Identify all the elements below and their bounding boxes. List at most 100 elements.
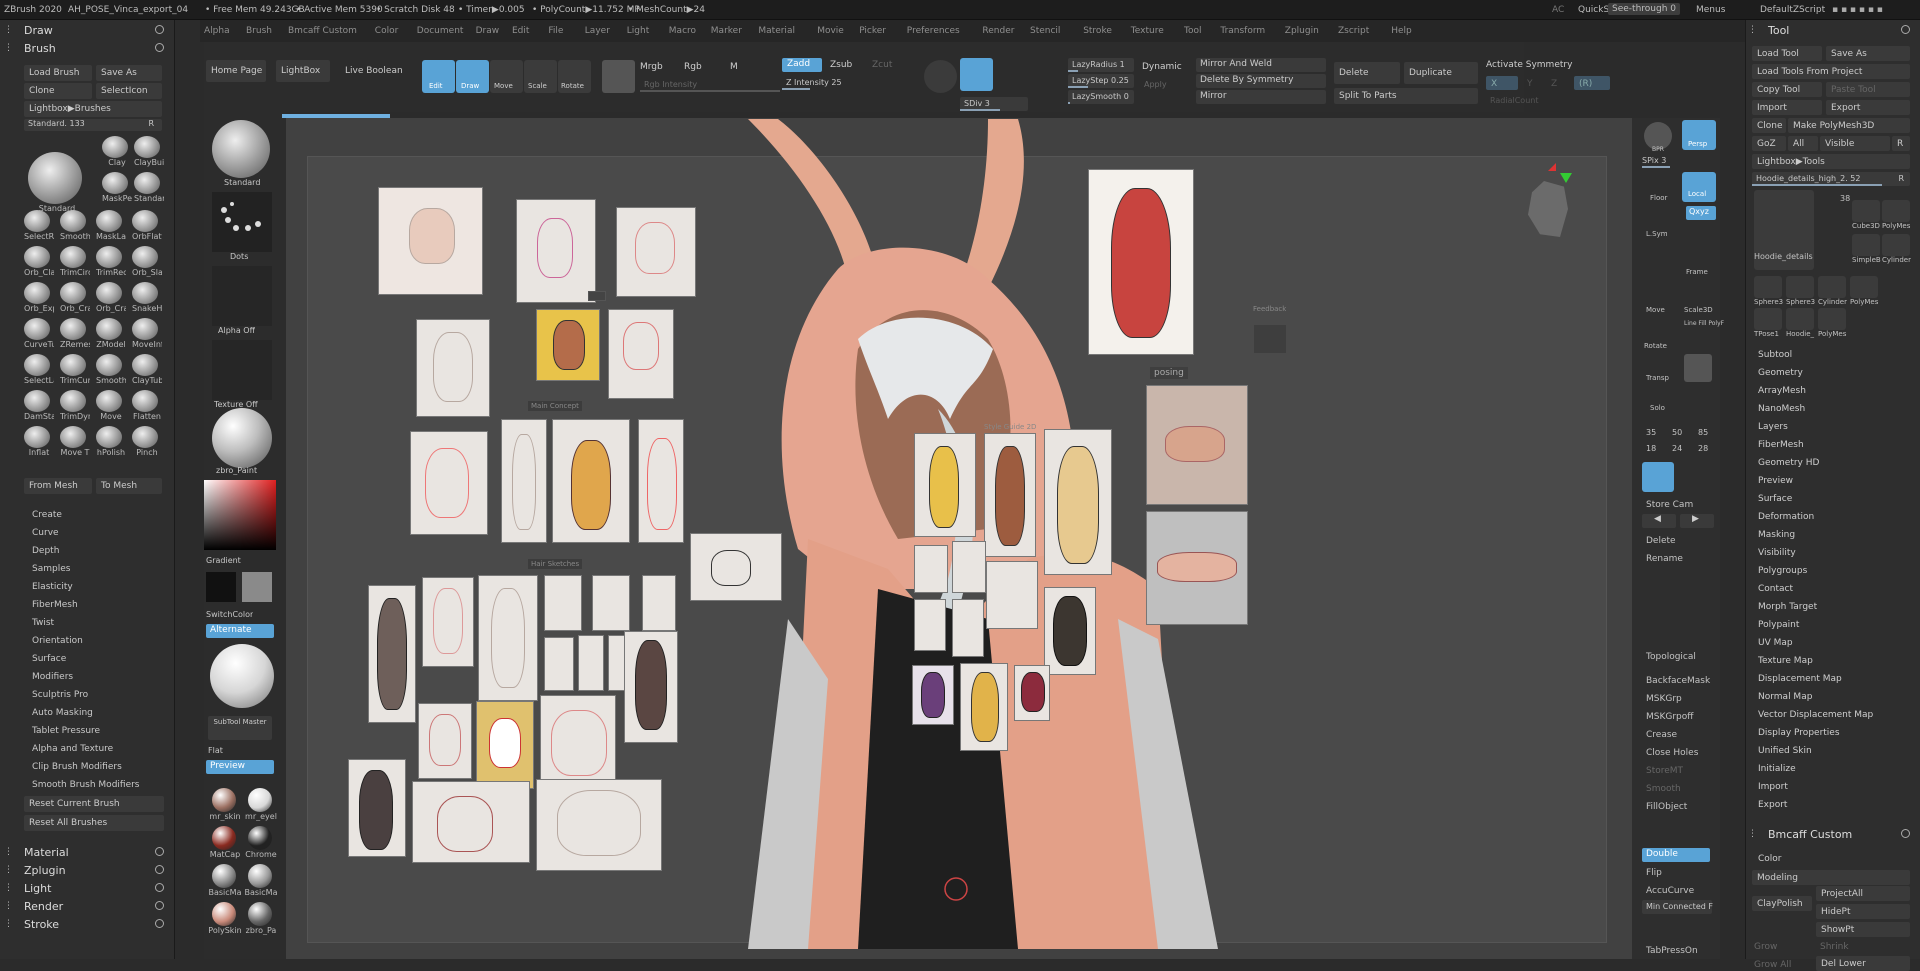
color-picker[interactable] <box>204 480 276 550</box>
tool-clone-button[interactable]: Clone <box>1752 118 1786 133</box>
default-zscript[interactable]: DefaultZScript <box>1760 5 1825 15</box>
tool-submenu-contact[interactable]: Contact <box>1758 584 1793 594</box>
brush-item[interactable]: Smooth <box>96 354 126 385</box>
smooth-button[interactable]: Smooth <box>1646 784 1681 794</box>
pin-icon[interactable] <box>155 865 164 874</box>
fillobject-button[interactable]: FillObject <box>1646 802 1687 812</box>
tool-submenu-morph-target[interactable]: Morph Target <box>1758 602 1817 612</box>
material-item[interactable]: mr_eyel <box>244 788 278 824</box>
draw-section-header[interactable]: ⋮ Draw <box>2 22 172 39</box>
tool-submenu-nanomesh[interactable]: NanoMesh <box>1758 404 1805 414</box>
menu-stroke[interactable]: Stroke <box>1083 26 1112 36</box>
brush-item[interactable]: MaskLas <box>96 210 126 241</box>
tool-section-header[interactable]: ⋮ Tool <box>1746 22 1918 39</box>
load-brush-button[interactable]: Load Brush <box>24 65 92 81</box>
lazy-radius-slider[interactable]: LazyRadius 1 <box>1068 58 1134 72</box>
spix-slider[interactable]: SPix 3 <box>1642 156 1678 168</box>
flip-button[interactable]: Flip <box>1646 868 1662 878</box>
radial-count-slider[interactable]: RadialCount <box>1486 94 1610 108</box>
material-item[interactable]: PolySkin <box>208 902 242 938</box>
menu-brush[interactable]: Brush <box>246 26 272 36</box>
brush-submenu-surface[interactable]: Surface <box>32 654 66 664</box>
backfacemask-button[interactable]: BackfaceMask <box>1646 676 1710 686</box>
brush-item[interactable]: ClayBuil <box>134 136 164 167</box>
activate-symmetry-button[interactable]: Activate Symmetry <box>1486 60 1572 70</box>
frame-button[interactable]: Frame <box>1684 248 1712 276</box>
brush-item[interactable]: Flatten <box>132 390 161 421</box>
brush-item[interactable]: Inflat <box>24 426 51 457</box>
mirror-and-weld-button[interactable]: Mirror And Weld <box>1196 58 1326 72</box>
menu-alpha[interactable]: Alpha <box>204 26 230 36</box>
tool-submenu-texture-map[interactable]: Texture Map <box>1758 656 1813 666</box>
hidept-button[interactable]: HidePt <box>1816 904 1910 919</box>
brush-submenu-samples[interactable]: Samples <box>32 564 70 574</box>
brush-submenu-tablet-pressure[interactable]: Tablet Pressure <box>32 726 100 736</box>
copy-tool-button[interactable]: Copy Tool <box>1752 82 1822 97</box>
brush-item[interactable]: Clay <box>102 136 129 167</box>
focal-28[interactable]: 28 <box>1698 444 1708 453</box>
brush-item[interactable]: MaskPe <box>102 172 132 203</box>
min-connected-slider[interactable]: Min Connected F <box>1642 900 1713 914</box>
solo-button[interactable]: Solo <box>1644 388 1672 416</box>
brush-submenu-depth[interactable]: Depth <box>32 546 59 556</box>
tool-thumbnail-icon[interactable] <box>1786 308 1814 330</box>
brush-submenu-auto-masking[interactable]: Auto Masking <box>32 708 93 718</box>
select-icon-button[interactable]: SelectIcon <box>96 83 162 99</box>
tool-thumbnail-icon[interactable] <box>1818 308 1846 330</box>
pin-icon[interactable] <box>155 901 164 910</box>
tool-submenu-deformation[interactable]: Deformation <box>1758 512 1814 522</box>
reset-current-brush-button[interactable]: Reset Current Brush <box>24 796 164 812</box>
tool-submenu-initialize[interactable]: Initialize <box>1758 764 1796 774</box>
m-button[interactable]: M <box>730 62 738 72</box>
goz-button[interactable]: GoZ <box>1752 136 1786 151</box>
grow-button[interactable]: Grow <box>1754 942 1777 952</box>
z-intensity-slider[interactable]: Z Intensity 25 <box>782 76 922 90</box>
menu-file[interactable]: File <box>548 26 563 36</box>
menu-layer[interactable]: Layer <box>585 26 610 36</box>
bpr-button[interactable]: BPR <box>1644 122 1672 153</box>
mskgrp-button[interactable]: MSKGrp <box>1646 694 1682 704</box>
goz-r-button[interactable]: R <box>1892 136 1910 151</box>
secondary-color-swatch[interactable] <box>242 572 272 602</box>
pin-icon[interactable] <box>155 847 164 856</box>
subtool-master-icon[interactable] <box>210 644 274 708</box>
double-button[interactable]: Double <box>1642 848 1710 862</box>
brush-item[interactable]: Standar <box>134 172 164 203</box>
home-page-button[interactable]: Home Page <box>206 60 266 82</box>
brush-item[interactable]: Pinch <box>132 426 159 457</box>
brush-item[interactable]: TrimCur <box>60 354 90 385</box>
menu-preferences[interactable]: Preferences <box>907 26 960 36</box>
brush-submenu-alpha-and-texture[interactable]: Alpha and Texture <box>32 744 113 754</box>
del-lower-button[interactable]: Del Lower <box>1816 956 1910 971</box>
claypolish-button[interactable]: ClayPolish <box>1752 896 1812 911</box>
qxyz-button[interactable]: Qxyz <box>1686 206 1716 220</box>
focal-85[interactable]: 85 <box>1698 428 1708 437</box>
sym-y-button[interactable]: Y <box>1522 76 1546 90</box>
tool-save-as-button[interactable]: Save As <box>1826 46 1910 61</box>
stroke-section-header[interactable]: ⋮ Stroke <box>2 916 172 933</box>
from-mesh-button[interactable]: From Mesh <box>24 478 92 494</box>
menu-macro[interactable]: Macro <box>669 26 696 36</box>
live-boolean-button[interactable]: Live Boolean <box>340 60 402 82</box>
tool-thumbnail-icon[interactable] <box>1852 234 1880 256</box>
pin-icon[interactable] <box>155 919 164 928</box>
brush-item[interactable]: SelectRe <box>24 210 54 241</box>
brush-submenu-smooth-brush-modifiers[interactable]: Smooth Brush Modifiers <box>32 780 140 790</box>
main-color-swatch[interactable] <box>206 572 236 602</box>
load-tool-button[interactable]: Load Tool <box>1752 46 1822 61</box>
brush-item[interactable]: TrimCirc <box>60 246 90 277</box>
brush-mode-icon[interactable] <box>602 60 635 93</box>
make-polymesh3d-button[interactable]: Make PolyMesh3D <box>1788 118 1910 133</box>
axis-gizmo-icon[interactable] <box>1536 163 1576 183</box>
brush-submenu-clip-brush-modifiers[interactable]: Clip Brush Modifiers <box>32 762 122 772</box>
brush-submenu-fibermesh[interactable]: FiberMesh <box>32 600 78 610</box>
delete-by-symmetry-button[interactable]: Delete By Symmetry <box>1196 74 1326 88</box>
brush-item[interactable]: Orb_Exp <box>24 282 54 313</box>
tool-thumbnail-icon[interactable] <box>1850 276 1878 298</box>
tool-submenu-uv-map[interactable]: UV Map <box>1758 638 1793 648</box>
subtool-master-button[interactable]: SubTool Master <box>208 716 272 740</box>
stroke-dots-icon[interactable] <box>212 192 272 252</box>
menu-material[interactable]: Material <box>758 26 795 36</box>
goz-all-button[interactable]: All <box>1788 136 1818 151</box>
pin-icon[interactable] <box>1901 829 1910 838</box>
